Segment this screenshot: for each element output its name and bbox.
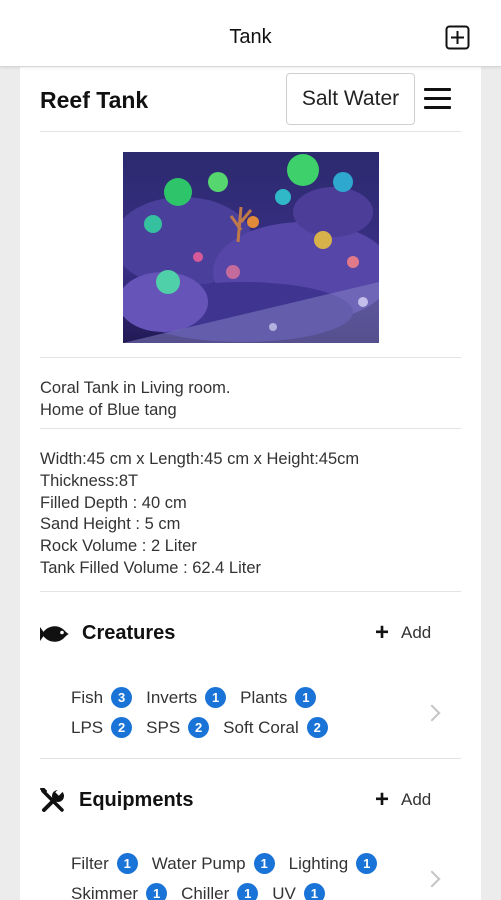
count-badge: 1 — [146, 883, 168, 900]
equipments-row[interactable]: Skimmer 1 Chiller 1 UV 1 — [71, 883, 339, 900]
creatures-title: Creatures — [82, 622, 176, 644]
count-badge: 2 — [111, 717, 133, 738]
tank-specs: Width:45 cm x Length:45 cm x Height:45cm… — [40, 449, 359, 580]
tag-filter[interactable]: Filter 1 — [71, 853, 138, 874]
divider — [40, 591, 461, 592]
add-label: Add — [401, 790, 432, 809]
tag-inverts[interactable]: Inverts 1 — [146, 687, 227, 708]
chevron-right-icon[interactable] — [423, 870, 441, 888]
spec-dimensions: Width:45 cm x Length:45 cm x Height:45cm — [40, 450, 360, 468]
spec-thickness: Thickness:8T — [40, 471, 139, 490]
water-type-button[interactable]: Salt Water — [286, 73, 415, 125]
tag-fish[interactable]: Fish 3 — [71, 687, 133, 708]
spec-sand-height: Sand Height : 5 cm — [40, 515, 181, 534]
spec-filled-depth: Filled Depth : 40 cm — [40, 493, 187, 512]
tag-plants[interactable]: Plants 1 — [240, 687, 317, 708]
tank-description: Coral Tank in Living room. Home of Blue … — [40, 378, 230, 422]
count-badge: 1 — [237, 883, 259, 900]
navigation-bar: Tank — [0, 0, 501, 67]
add-creature-button[interactable]: + Add — [375, 619, 432, 646]
tag-lighting[interactable]: Lighting 1 — [289, 853, 378, 874]
description-line: Coral Tank in Living room. — [40, 379, 231, 397]
divider — [40, 758, 461, 759]
count-badge: 1 — [253, 853, 275, 874]
spec-filled-volume: Tank Filled Volume : 62.4 Liter — [40, 558, 262, 577]
description-line: Home of Blue tang — [40, 400, 177, 419]
divider — [40, 131, 461, 132]
chevron-right-icon[interactable] — [423, 704, 441, 722]
tools-icon — [40, 788, 64, 812]
count-badge: 2 — [306, 717, 328, 738]
spec-rock-volume: Rock Volume : 2 Liter — [40, 537, 197, 556]
equipments-row[interactable]: Filter 1 Water Pump 1 Lighting 1 — [71, 853, 391, 874]
creatures-row[interactable]: LPS 2 SPS 2 Soft Coral 2 — [71, 717, 342, 738]
add-label: Add — [401, 623, 432, 642]
tag-water-pump[interactable]: Water Pump 1 — [152, 853, 275, 874]
menu-icon[interactable] — [424, 85, 452, 113]
count-badge: 1 — [116, 853, 138, 874]
count-badge: 1 — [205, 687, 227, 708]
divider — [40, 357, 461, 358]
equipments-title: Equipments — [79, 789, 194, 811]
tank-photo — [123, 152, 379, 343]
count-badge: 1 — [295, 687, 317, 708]
plus-icon: + — [375, 786, 390, 813]
tank-card: Reef Tank Salt Water Coral Tank in Livin… — [20, 67, 481, 900]
count-badge: 2 — [188, 717, 210, 738]
tag-sps[interactable]: SPS 2 — [146, 717, 210, 738]
count-badge: 3 — [111, 687, 133, 708]
count-badge: 1 — [356, 853, 378, 874]
tag-uv[interactable]: UV 1 — [272, 883, 325, 900]
nav-title: Tank — [229, 26, 272, 48]
tank-name: Reef Tank — [40, 87, 149, 113]
tag-skimmer[interactable]: Skimmer 1 — [71, 883, 168, 900]
creatures-row[interactable]: Fish 3 Inverts 1 Plants 1 — [71, 687, 330, 708]
tag-lps[interactable]: LPS 2 — [71, 717, 133, 738]
count-badge: 1 — [303, 883, 325, 900]
add-tank-icon[interactable] — [445, 25, 470, 50]
tag-chiller[interactable]: Chiller 1 — [181, 883, 259, 900]
plus-icon: + — [375, 619, 390, 646]
divider — [40, 428, 461, 429]
fish-icon — [40, 626, 69, 642]
tag-soft-coral[interactable]: Soft Coral 2 — [223, 717, 328, 738]
add-equipment-button[interactable]: + Add — [375, 786, 432, 813]
